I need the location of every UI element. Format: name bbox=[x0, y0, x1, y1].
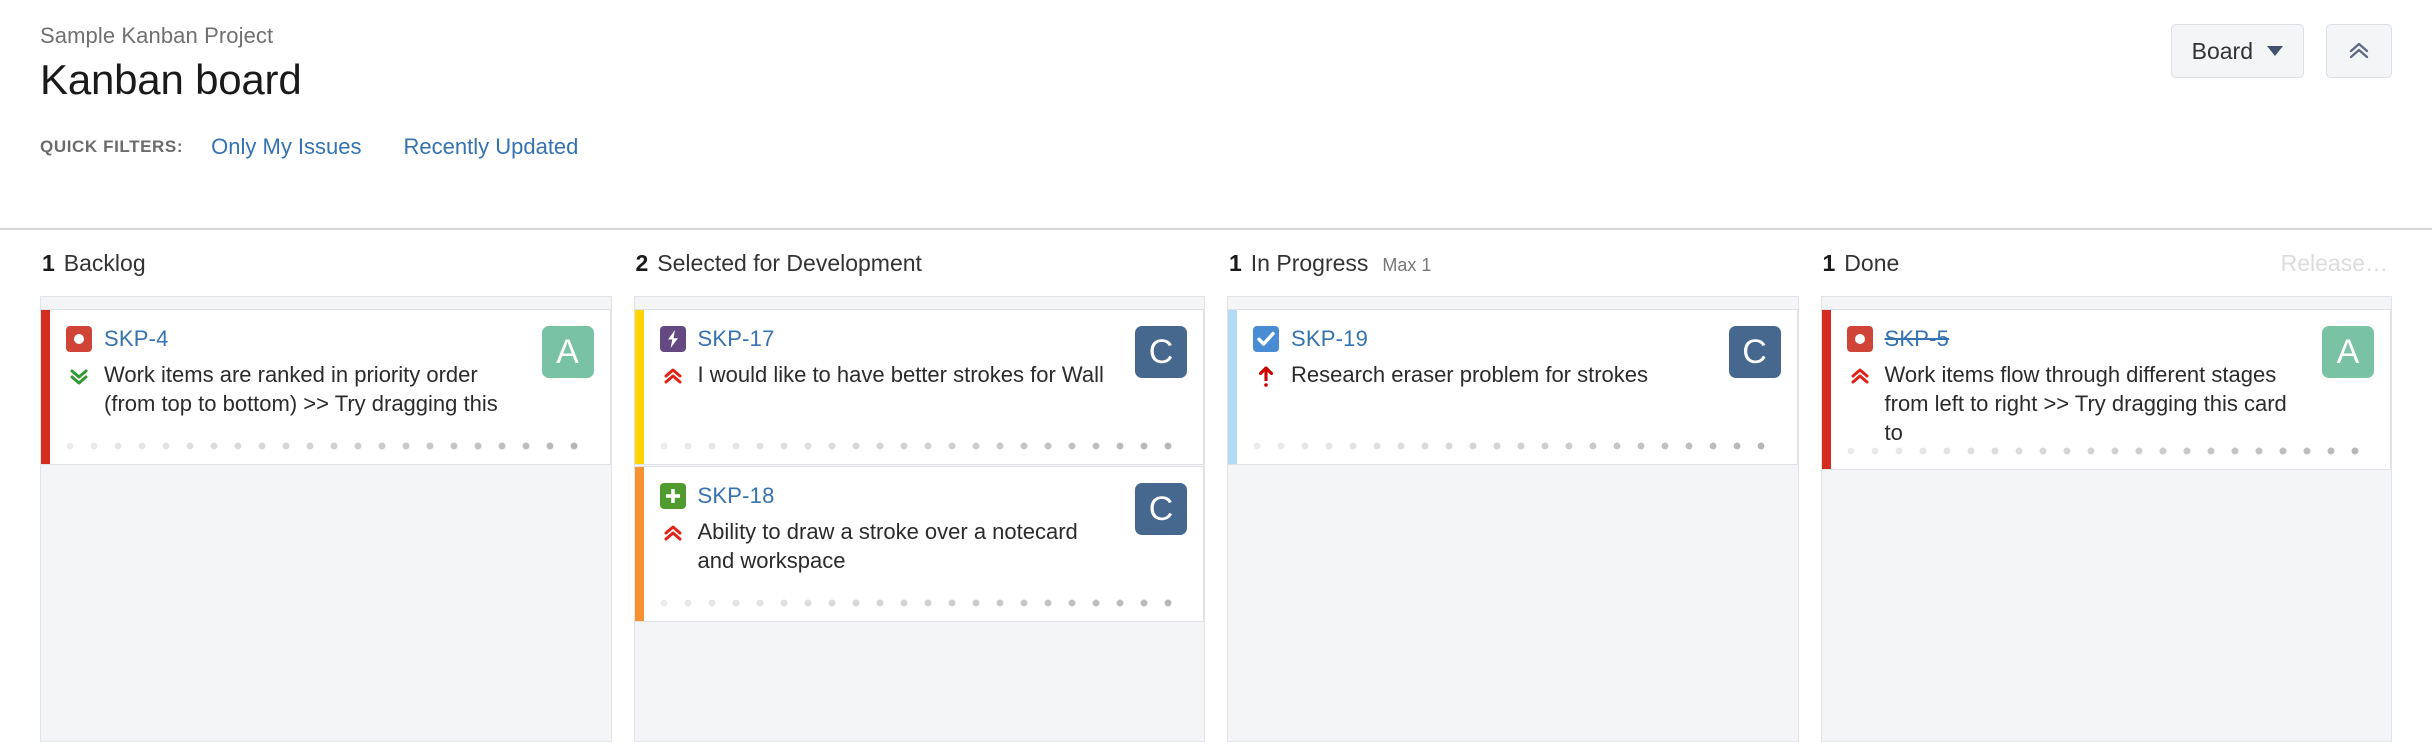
column-drop-spacer bbox=[1821, 296, 2391, 309]
column-release-label[interactable]: Release… bbox=[2281, 250, 2392, 277]
card-drag-handle[interactable] bbox=[1846, 447, 2374, 469]
issue-summary: I would like to have better strokes for … bbox=[697, 362, 1104, 387]
card-color-stripe bbox=[41, 310, 50, 464]
breadcrumb[interactable]: Sample Kanban Project bbox=[40, 22, 2392, 50]
avatar[interactable]: C bbox=[1135, 483, 1187, 535]
issue-card[interactable]: SKP-17 I would like to have better strok… bbox=[634, 309, 1204, 465]
avatar[interactable]: A bbox=[541, 326, 594, 378]
card-drag-handle[interactable] bbox=[1253, 442, 1781, 464]
issue-summary: Work items flow through different stages… bbox=[1884, 362, 2287, 445]
column-issue-count: 1 bbox=[1822, 250, 1836, 276]
quick-filters-label: QUICK FILTERS: bbox=[40, 137, 184, 156]
column-issue-count: 1 bbox=[42, 250, 55, 276]
board-column-done: 1 Done Release… SKP-5 Work items flow th… bbox=[1820, 230, 2393, 742]
card-color-stripe bbox=[634, 310, 644, 464]
high-priority-icon bbox=[660, 360, 686, 390]
improvement-bolt-icon bbox=[659, 326, 686, 352]
high-priority-icon bbox=[660, 517, 686, 547]
issue-key-link[interactable]: SKP-5 bbox=[1885, 326, 1950, 352]
column-name: In Progress bbox=[1250, 250, 1369, 276]
issue-key-link[interactable]: SKP-19 bbox=[1291, 326, 1368, 352]
issue-key-link[interactable]: SKP-4 bbox=[104, 326, 169, 352]
card-color-stripe bbox=[1228, 310, 1237, 464]
avatar[interactable]: A bbox=[2322, 326, 2374, 378]
chevrons-up-icon bbox=[2346, 38, 2372, 64]
issue-summary: Work items are ranked in priority order … bbox=[104, 362, 498, 416]
header-actions: Board bbox=[2170, 24, 2392, 78]
issue-card[interactable]: SKP-18 Ability to draw a stroke over a n… bbox=[634, 466, 1204, 622]
column-header: 1 Backlog bbox=[40, 230, 612, 282]
chevron-down-icon bbox=[2267, 46, 2283, 56]
high-priority-icon bbox=[1847, 360, 1873, 390]
column-body[interactable]: SKP-5 Work items flow through different … bbox=[1820, 296, 2392, 742]
quick-filters-bar: QUICK FILTERS: Only My Issues Recently U… bbox=[40, 132, 2392, 162]
column-drop-spacer bbox=[41, 296, 611, 309]
issue-key-link[interactable]: SKP-17 bbox=[698, 326, 775, 352]
board-header: Sample Kanban Project Kanban board QUICK… bbox=[0, 0, 2432, 228]
page-title: Kanban board bbox=[40, 56, 302, 103]
card-drag-handle[interactable] bbox=[659, 599, 1187, 621]
bug-icon bbox=[66, 326, 92, 352]
issue-summary: Ability to draw a stroke over a notecard… bbox=[697, 519, 1078, 573]
avatar[interactable]: C bbox=[1135, 326, 1187, 378]
column-header: 1 In Progress Max 1 bbox=[1227, 230, 1799, 282]
board-columns: 1 Backlog SKP-4 Work items are ranked in… bbox=[0, 230, 2432, 742]
quick-filter-only-my-issues[interactable]: Only My Issues bbox=[211, 134, 361, 160]
column-drop-spacer bbox=[1228, 296, 1798, 309]
column-drop-spacer bbox=[634, 296, 1204, 309]
column-issue-count: 1 bbox=[1229, 250, 1242, 276]
issue-key-link[interactable]: SKP-18 bbox=[698, 483, 775, 509]
column-header: 2 Selected for Development bbox=[634, 230, 1206, 282]
bug-icon bbox=[1846, 326, 1873, 352]
column-name: Done bbox=[1844, 250, 1900, 276]
column-header: 1 Done Release… bbox=[1821, 230, 2393, 282]
card-color-stripe bbox=[634, 467, 644, 621]
issue-card[interactable]: SKP-5 Work items flow through different … bbox=[1821, 309, 2391, 470]
card-color-stripe bbox=[1821, 310, 1831, 469]
issue-summary: Research eraser problem for strokes bbox=[1291, 362, 1649, 387]
avatar[interactable]: C bbox=[1728, 326, 1781, 378]
low-priority-icon bbox=[66, 360, 92, 390]
issue-card[interactable]: SKP-4 Work items are ranked in priority … bbox=[41, 309, 611, 465]
column-body[interactable]: SKP-17 I would like to have better strok… bbox=[633, 296, 1205, 742]
board-column-selected-for-development: 2 Selected for Development SKP-17 I woul… bbox=[633, 230, 1206, 742]
new-feature-plus-icon bbox=[659, 483, 686, 509]
column-name: Selected for Development bbox=[657, 250, 922, 276]
blocker-priority-icon bbox=[1253, 360, 1279, 390]
collapse-header-button[interactable] bbox=[2326, 24, 2392, 78]
column-body[interactable]: SKP-19 Research eraser problem for strok… bbox=[1227, 296, 1799, 742]
board-column-backlog: 1 Backlog SKP-4 Work items are ranked in… bbox=[40, 230, 612, 742]
board-dropdown-button[interactable]: Board bbox=[2170, 24, 2304, 78]
kanban-board-page: Sample Kanban Project Kanban board QUICK… bbox=[0, 0, 2432, 742]
issue-card[interactable]: SKP-19 Research eraser problem for strok… bbox=[1228, 309, 1798, 465]
board-dropdown-label: Board bbox=[2191, 37, 2253, 64]
column-name: Backlog bbox=[63, 250, 146, 276]
column-body[interactable]: SKP-4 Work items are ranked in priority … bbox=[40, 296, 612, 742]
card-drag-handle[interactable] bbox=[659, 442, 1187, 464]
column-max-constraint: Max 1 bbox=[1382, 255, 1432, 275]
card-drag-handle[interactable] bbox=[66, 442, 594, 464]
task-check-icon bbox=[1253, 326, 1279, 352]
board-column-in-progress: 1 In Progress Max 1 SKP-19 Research eras… bbox=[1227, 230, 1799, 742]
quick-filter-recently-updated[interactable]: Recently Updated bbox=[404, 134, 579, 160]
column-issue-count: 2 bbox=[635, 250, 649, 276]
